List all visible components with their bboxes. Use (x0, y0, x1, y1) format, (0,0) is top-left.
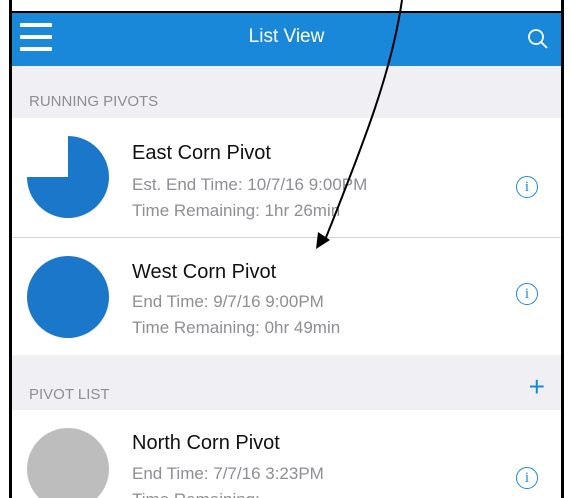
search-icon[interactable] (527, 28, 549, 50)
list-item-east-corn-pivot[interactable]: East Corn Pivot Est. End Time: 10/7/16 9… (12, 118, 561, 235)
pivot-status-circle (27, 428, 109, 498)
list-item-north-corn-pivot[interactable]: North Corn Pivot End Time: 7/7/16 3:23PM… (12, 410, 561, 498)
pivot-progress-pie (27, 136, 109, 218)
pivot-progress-pie (27, 256, 109, 338)
pivot-end-time: Est. End Time: 10/7/16 9:00PM (132, 175, 368, 194)
info-icon[interactable]: i (516, 176, 538, 198)
pivot-time-remaining: Time Remaining: 1hr 26min (132, 201, 341, 220)
page-title: List View (248, 26, 325, 47)
pivot-name: West Corn Pivot (132, 261, 277, 283)
pivot-name: North Corn Pivot (132, 432, 280, 454)
phone-screen: List View RUNNING PIVOTS East Corn Pivot… (9, 0, 564, 498)
pivot-time-remaining: Time Remaining: 0hr 49min (132, 318, 341, 337)
pivot-end-time: End Time: 7/7/16 3:23PM (132, 464, 324, 483)
section-header-pivot-list: PIVOT LIST (12, 355, 561, 410)
list-item-west-corn-pivot[interactable]: West Corn Pivot End Time: 9/7/16 9:00PM … (12, 238, 561, 355)
info-icon[interactable]: i (516, 283, 538, 305)
section-header-running: RUNNING PIVOTS (12, 66, 561, 118)
pivot-end-time: End Time: 9/7/16 9:00PM (132, 292, 324, 311)
pivot-name: East Corn Pivot (132, 142, 271, 164)
add-pivot-button[interactable]: + (529, 373, 545, 401)
pivot-time-remaining: Time Remaining: ... (132, 490, 279, 498)
info-icon[interactable]: i (516, 467, 538, 489)
nav-bar: List View (12, 13, 561, 66)
